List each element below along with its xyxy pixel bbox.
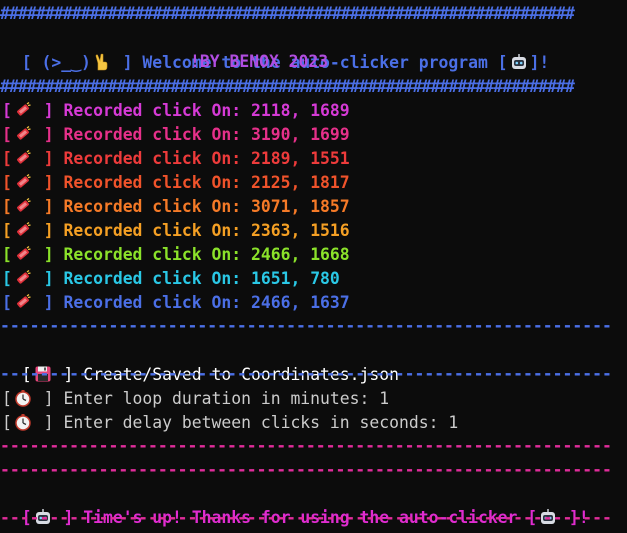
separator-2: ----------------------------------------…	[0, 364, 612, 383]
click-close-bracket: ]	[33, 269, 64, 288]
save-line: [ ] Create/Saved to Coordinates.json	[2, 339, 399, 384]
click-coordinates: 3071, 1857	[250, 197, 350, 216]
click-coordinates: 2118, 1689	[250, 101, 350, 120]
click-label: Recorded click On:	[63, 173, 251, 192]
click-coordinates: 2466, 1637	[250, 293, 350, 312]
click-close-bracket: ]	[33, 101, 64, 120]
click-coordinates: 3190, 1699	[250, 125, 350, 144]
footer-line: [ ] Time's up! Thanks for using the auto…	[2, 482, 589, 527]
click-open-bracket: [	[2, 149, 12, 168]
firecracker-icon	[14, 221, 32, 239]
prompt-open-bracket: [	[2, 389, 12, 408]
firecracker-icon	[14, 293, 32, 311]
click-open-bracket: [	[2, 173, 12, 192]
prompt-text: ] Enter loop duration in minutes: 1	[33, 389, 390, 408]
click-open-bracket: [	[2, 221, 12, 240]
stopwatch-icon	[14, 389, 32, 407]
separator-1: ----------------------------------------…	[0, 316, 612, 335]
click-label: Recorded click On:	[63, 221, 251, 240]
firecracker-icon	[14, 245, 32, 263]
click-record-line: [ ] Recorded click On: 2118, 1689	[2, 99, 350, 123]
byline: !BY BENOX 2023	[190, 52, 329, 71]
prompt-line: [ ] Enter delay between clicks in second…	[2, 411, 458, 435]
separator-4: ----------------------------------------…	[0, 460, 612, 479]
click-record-line: [ ] Recorded click On: 2363, 1516	[2, 219, 350, 243]
firecracker-icon	[14, 101, 32, 119]
click-label: Recorded click On:	[63, 293, 251, 312]
top-hash-rule: ########################################…	[0, 4, 575, 23]
click-close-bracket: ]	[33, 197, 64, 216]
firecracker-icon	[14, 197, 32, 215]
click-record-line: [ ] Recorded click On: 2189, 1551	[2, 147, 350, 171]
click-record-line: [ ] Recorded click On: 3190, 1699	[2, 123, 350, 147]
stopwatch-icon	[14, 413, 32, 431]
click-open-bracket: [	[2, 245, 12, 264]
firecracker-icon	[14, 125, 32, 143]
click-coordinates: 2363, 1516	[250, 221, 350, 240]
click-close-bracket: ]	[33, 149, 64, 168]
separator-5: ----------------------------------------…	[0, 508, 612, 527]
welcome-line: [ (>_‿) ] Welcome to the auto-clicker pr…	[2, 27, 550, 72]
click-open-bracket: [	[2, 125, 12, 144]
click-label: Recorded click On:	[63, 197, 251, 216]
click-open-bracket: [	[2, 101, 12, 120]
bottom-hash-rule: ########################################…	[0, 77, 575, 96]
click-close-bracket: ]	[33, 293, 64, 312]
click-close-bracket: ]	[33, 221, 64, 240]
firecracker-icon	[14, 269, 32, 287]
click-coordinates: 1651, 780	[250, 269, 340, 288]
prompt-line: [ ] Enter loop duration in minutes: 1	[2, 387, 389, 411]
click-close-bracket: ]	[33, 245, 64, 264]
prompt-text: ] Enter delay between clicks in seconds:…	[33, 413, 459, 432]
firecracker-icon	[14, 149, 32, 167]
welcome-end: ]!	[529, 53, 550, 72]
click-coordinates: 2466, 1668	[250, 245, 350, 264]
click-open-bracket: [	[2, 293, 12, 312]
click-coordinates: 2125, 1817	[250, 173, 350, 192]
click-open-bracket: [	[2, 197, 12, 216]
victory-hand-icon	[93, 53, 111, 71]
click-close-bracket: ]	[33, 125, 64, 144]
click-record-line: [ ] Recorded click On: 2125, 1817	[2, 171, 350, 195]
click-label: Recorded click On:	[63, 245, 251, 264]
firecracker-icon	[14, 173, 32, 191]
welcome-prefix: [ (>_‿)	[21, 53, 91, 72]
click-close-bracket: ]	[33, 173, 64, 192]
click-record-line: [ ] Recorded click On: 2466, 1668	[2, 243, 350, 267]
click-label: Recorded click On:	[63, 149, 251, 168]
click-record-line: [ ] Recorded click On: 1651, 780	[2, 267, 340, 291]
prompt-open-bracket: [	[2, 413, 12, 432]
click-record-line: [ ] Recorded click On: 2466, 1637	[2, 291, 350, 315]
click-record-line: [ ] Recorded click On: 3071, 1857	[2, 195, 350, 219]
click-label: Recorded click On:	[63, 269, 251, 288]
click-label: Recorded click On:	[63, 101, 251, 120]
separator-3: ----------------------------------------…	[0, 436, 612, 455]
click-label: Recorded click On:	[63, 125, 251, 144]
robot-icon	[510, 53, 528, 71]
click-coordinates: 2189, 1551	[250, 149, 350, 168]
click-open-bracket: [	[2, 269, 12, 288]
